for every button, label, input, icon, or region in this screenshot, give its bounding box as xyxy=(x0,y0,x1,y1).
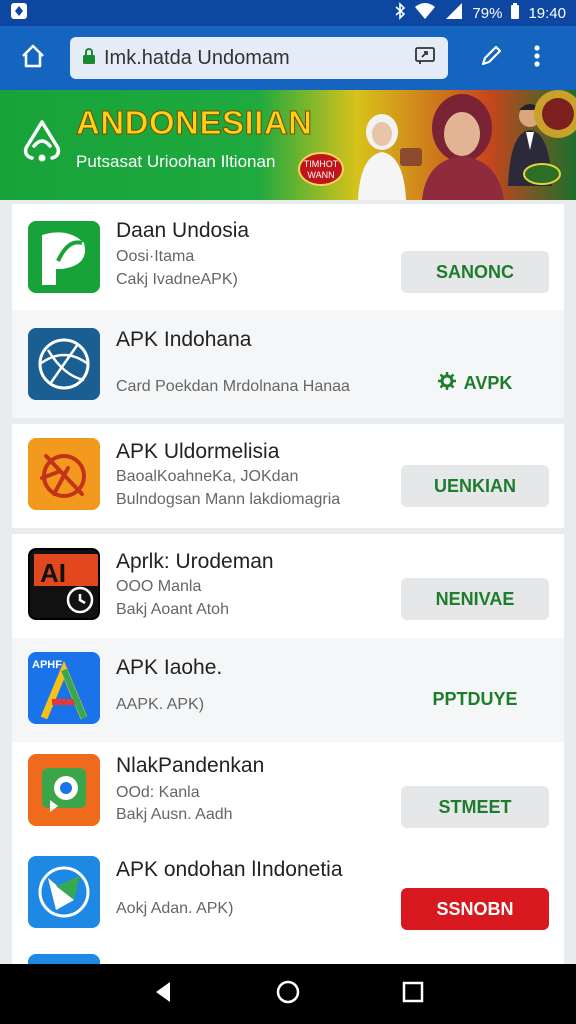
list-item[interactable]: APK Uldormelisia BaoalKoahneKa, JOKdan B… xyxy=(12,424,564,528)
app-detail: Bakj Ausn. Aadh xyxy=(116,806,233,823)
lock-icon xyxy=(82,47,96,70)
gear-icon xyxy=(437,371,456,395)
back-triangle-icon xyxy=(152,980,174,1009)
wifi-icon xyxy=(414,2,436,24)
app-name: NlakPandenkan xyxy=(116,754,265,777)
banner-people-illustration xyxy=(358,90,576,200)
app-detail: AAPK. APK) xyxy=(116,696,205,713)
list-item[interactable]: AI Aprlk: Urodeman OOO Manla Bakj Aoant … xyxy=(12,534,564,638)
app-detail: Bakj Aoant Atoh xyxy=(116,601,229,618)
app-subtitle: OOd: Kanla xyxy=(116,784,200,801)
app-icon-orange xyxy=(28,438,100,510)
app-icon-globe xyxy=(28,328,100,400)
banner-badge: TIMHOT WANN xyxy=(298,152,344,186)
banner-title: ANDONESIIAN xyxy=(76,104,313,142)
signal-icon xyxy=(444,2,464,24)
svg-text:APHF: APHF xyxy=(32,659,62,671)
app-icon-map xyxy=(28,754,100,826)
app-detail: Bulndogsan Mann lakdiomagria xyxy=(116,491,341,508)
share-icon[interactable] xyxy=(414,46,436,71)
more-vert-icon xyxy=(533,44,541,73)
app-icon-compass xyxy=(28,856,100,928)
app-detail: Card Poekdan Mrdolnana Hanaa xyxy=(116,378,350,395)
home-icon xyxy=(20,43,46,74)
leaf-logo-icon xyxy=(20,118,64,171)
url-text: Imk.hatda Undomam xyxy=(104,46,290,69)
install-button[interactable]: PPTDUYE xyxy=(401,678,549,720)
app-subtitle: Oosi·Itama xyxy=(116,248,195,265)
url-bar[interactable]: Imk.hatda Undomam xyxy=(70,37,448,79)
svg-text:AI: AI xyxy=(40,558,66,588)
app-icon-a: APHF xyxy=(28,652,100,724)
pencil-icon xyxy=(478,43,504,74)
app-icon-partial xyxy=(28,954,100,964)
install-button[interactable]: UENKIAN xyxy=(401,465,549,507)
app-subtitle: BaoalKoahneKa, JOKdan xyxy=(116,468,299,485)
battery-text: 79% xyxy=(472,4,503,22)
bluetooth-icon xyxy=(394,2,406,24)
app-name: Daan Undosia xyxy=(116,219,250,242)
install-button[interactable]: STMEET xyxy=(401,786,549,828)
app-subtitle: OOO Manla xyxy=(116,578,202,595)
list-item[interactable]: APHF APK Iaohe. AAPK. APK) PPTDUYE xyxy=(12,638,564,742)
list-item[interactable]: Daan Undosia Oosi·Itama Cakj IvadneAPK) … xyxy=(12,204,564,310)
list-item[interactable]: APK ondohan lIndonetia Aokj Adan. APK) S… xyxy=(12,846,564,950)
promo-banner[interactable]: ANDONESIIAN Putsasat Urioohan Iltionan T… xyxy=(0,90,576,200)
install-button[interactable]: SSNOBN xyxy=(401,888,549,930)
app-name: APK Iaohe. xyxy=(116,656,223,679)
home-circle-icon xyxy=(275,979,301,1010)
install-button[interactable]: NENIVAE xyxy=(401,578,549,620)
app-detail: Cakj IvadneAPK) xyxy=(116,271,238,288)
app-name: Aprlk: Urodeman xyxy=(116,550,274,573)
browser-toolbar: Imk.hatda Undomam xyxy=(0,26,576,90)
banner-subtitle: Putsasat Urioohan Iltionan xyxy=(76,152,276,171)
app-name: APK Uldormelisia xyxy=(116,440,280,463)
recents-square-icon xyxy=(402,981,424,1008)
battery-icon xyxy=(510,2,520,24)
install-button[interactable]: SANONC xyxy=(401,251,549,293)
recents-button[interactable] xyxy=(393,974,433,1014)
clock: 19:40 xyxy=(528,4,566,22)
app-icon-leaf xyxy=(28,221,100,293)
app-detail: Aokj Adan. APK) xyxy=(116,900,234,917)
home-button[interactable] xyxy=(10,35,56,81)
back-button[interactable] xyxy=(143,974,183,1014)
edit-button[interactable] xyxy=(468,35,514,81)
list-item[interactable] xyxy=(12,950,564,964)
install-button-label: AVPK xyxy=(463,372,513,393)
app-name: APK ondohan lIndonetia xyxy=(116,858,343,881)
list-item[interactable]: NlakPandenkan OOd: Kanla Bakj Ausn. Aadh… xyxy=(12,742,564,846)
app-name: APK Indohana xyxy=(116,328,252,351)
home-nav-button[interactable] xyxy=(268,974,308,1014)
system-nav-bar xyxy=(0,964,576,1024)
install-button[interactable]: AVPK xyxy=(401,362,549,404)
app-notification-icon xyxy=(10,2,28,24)
list-item[interactable]: APK Indohana Card Poekdan Mrdolnana Hana… xyxy=(12,310,564,418)
app-list: Daan Undosia Oosi·Itama Cakj IvadneAPK) … xyxy=(12,204,564,964)
menu-button[interactable] xyxy=(514,35,560,81)
app-icon-ai: AI xyxy=(28,548,100,620)
status-bar: 79% 19:40 xyxy=(0,0,576,26)
